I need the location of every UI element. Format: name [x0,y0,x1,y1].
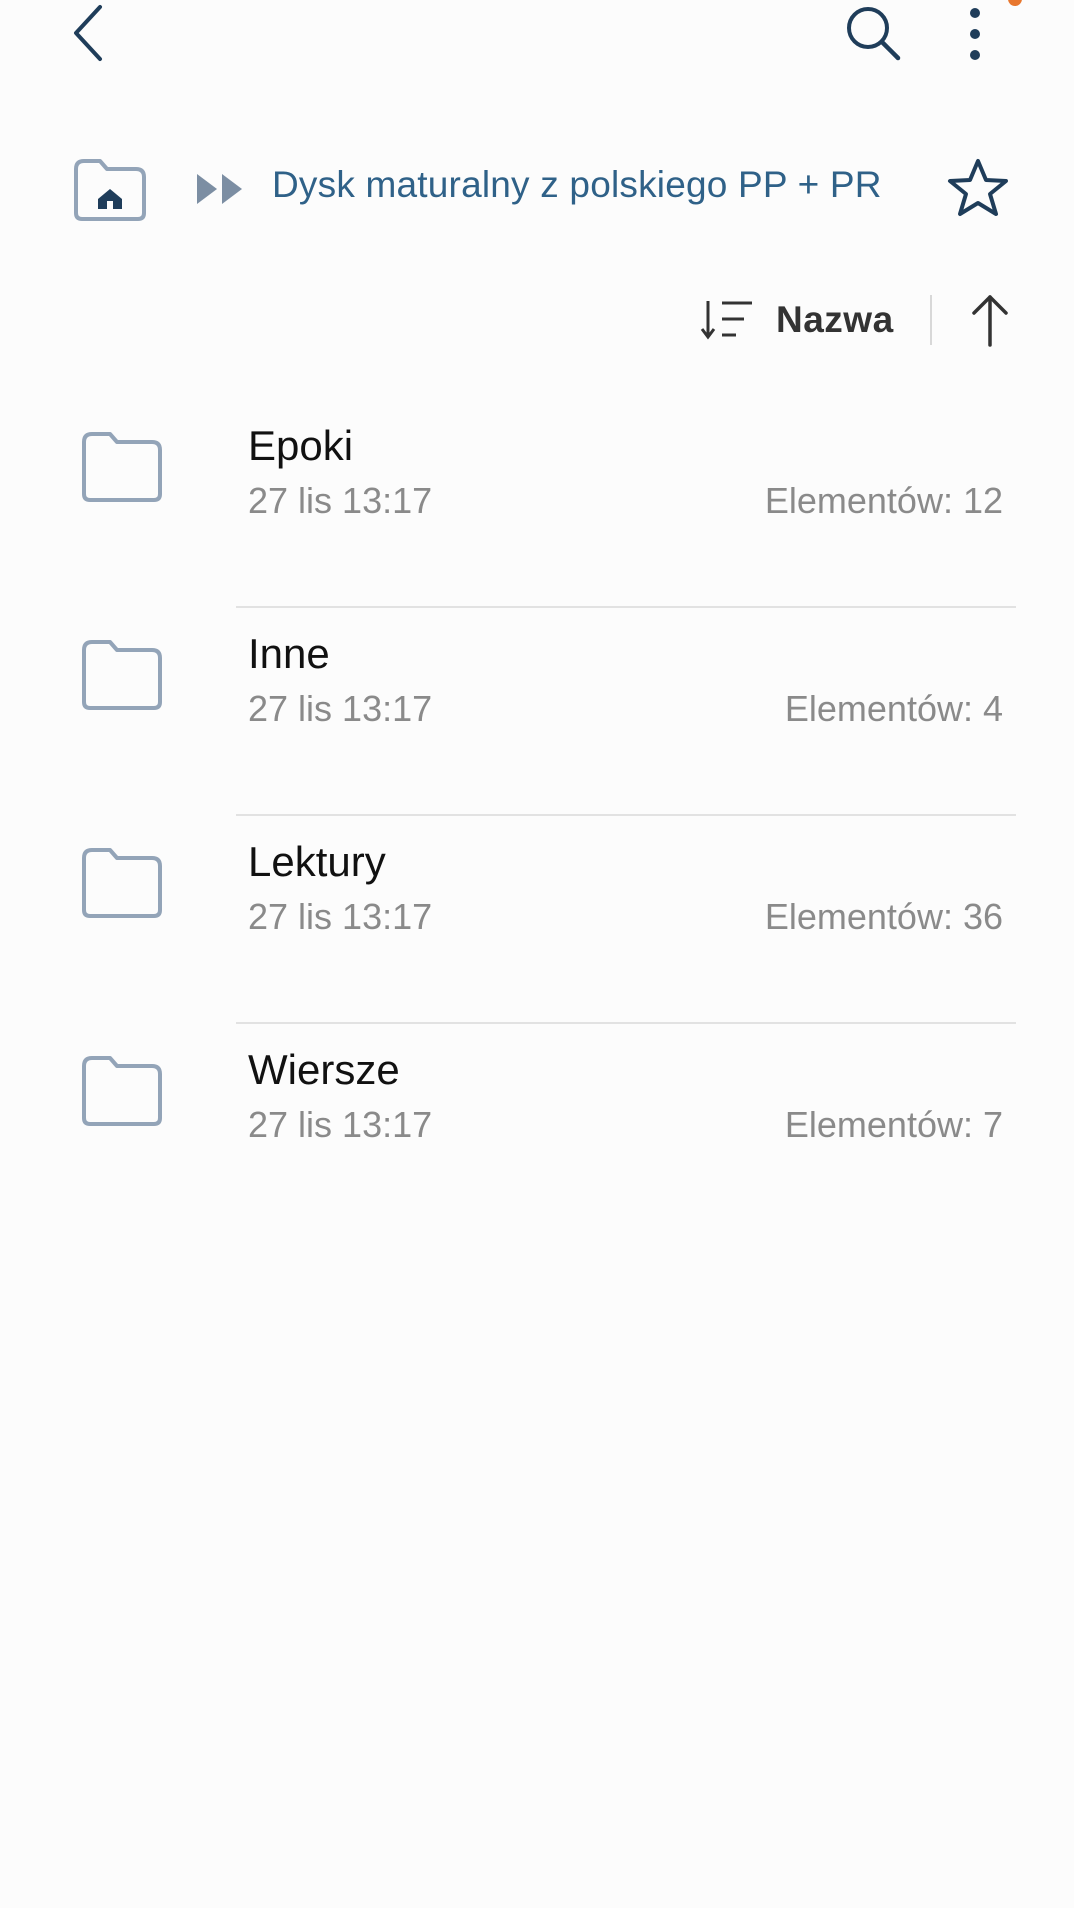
list-item[interactable]: Wiersze 27 lis 13:17 Elementów: 7 [0,1024,1074,1232]
more-options-button[interactable] [950,0,1000,65]
list-item[interactable]: Epoki 27 lis 13:17 Elementów: 12 [0,400,1074,608]
sort-direction-button[interactable] [960,289,1020,351]
home-folder-icon [74,159,146,221]
folder-item-count: Elementów: 12 [764,480,1003,521]
folder-name: Wiersze [248,1046,400,1093]
home-folder-button[interactable] [70,155,150,225]
folder-date: 27 lis 13:17 [248,688,433,729]
breadcrumb: Dysk maturalny z polskiego PP + PR [0,150,1074,230]
folder-item-count: Elementów: 4 [784,688,1003,729]
list-item[interactable]: Inne 27 lis 13:17 Elementów: 4 [0,608,1074,816]
more-vertical-icon [970,7,980,60]
sort-label: Nazwa [776,299,894,340]
breadcrumb-current-folder[interactable]: Dysk maturalny z polskiego PP + PR [272,164,882,206]
star-icon [948,159,1008,216]
folder-name: Lektury [248,838,386,885]
folder-list: Epoki 27 lis 13:17 Elementów: 12 Inne 27… [0,400,1074,1232]
double-arrow-icon [197,174,242,204]
sort-bar: Nazwa [0,285,1074,355]
folder-name: Epoki [248,422,354,469]
search-button[interactable] [838,0,908,65]
favorite-button[interactable] [945,156,1011,222]
folder-icon [82,432,162,502]
back-button[interactable] [55,0,125,65]
folder-name: Inne [248,630,330,677]
folder-icon [82,1056,162,1126]
folder-icon [82,848,162,918]
folder-date: 27 lis 13:17 [248,1104,433,1145]
notification-dot [1008,0,1022,6]
top-app-bar [0,0,1074,80]
arrow-up-icon [972,295,1008,347]
sort-divider [930,295,932,345]
sort-icon [700,301,752,340]
folder-icon [82,640,162,710]
folder-date: 27 lis 13:17 [248,480,433,521]
back-chevron-icon [74,4,102,61]
sort-by-button[interactable]: Nazwa [700,285,894,355]
list-item[interactable]: Lektury 27 lis 13:17 Elementów: 36 [0,816,1074,1024]
folder-item-count: Elementów: 7 [784,1104,1003,1145]
folder-date: 27 lis 13:17 [248,896,433,937]
search-icon [847,6,901,60]
folder-item-count: Elementów: 36 [764,896,1003,937]
